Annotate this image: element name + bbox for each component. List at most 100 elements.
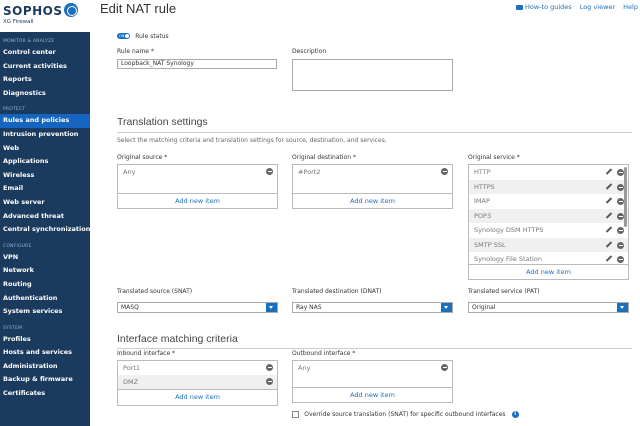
remove-icon[interactable] <box>617 198 624 205</box>
sidebar-item-advanced-threat[interactable]: Advanced threat <box>0 210 90 224</box>
original-source-item: Any <box>123 168 136 176</box>
sidebar-item-wireless[interactable]: Wireless <box>0 169 90 183</box>
remove-icon[interactable] <box>441 364 448 371</box>
globe-logo-icon <box>64 3 78 17</box>
sidebar-item-routing[interactable]: Routing <box>0 278 90 292</box>
dropdown-arrow-icon[interactable] <box>617 303 628 312</box>
list-item: #Port2 <box>293 165 452 193</box>
description-textarea[interactable] <box>292 59 453 91</box>
sidebar-nav: MONITOR & ANALYZE Control center Current a… <box>0 39 90 401</box>
toggle-on-text: ON <box>119 34 125 38</box>
sidebar: SOPHOS XG Firewall MONITOR & ANALYZE Cont… <box>0 0 90 426</box>
section-divider <box>117 132 632 133</box>
rule-name-input[interactable]: Loopback_NAT Synology <box>117 59 277 69</box>
sidebar-item-authentication[interactable]: Authentication <box>0 292 90 306</box>
how-to-guides-link[interactable]: How-to guides <box>516 3 572 11</box>
original-service-add-button[interactable]: Add new item <box>469 264 628 279</box>
scrollbar[interactable] <box>624 167 627 227</box>
remove-icon[interactable] <box>617 169 624 176</box>
sidebar-item-hosts-and-services[interactable]: Hosts and services <box>0 346 90 360</box>
dropdown-arrow-icon[interactable] <box>266 303 277 312</box>
list-item: Port1 <box>118 361 277 375</box>
video-icon <box>516 4 523 10</box>
pencil-icon[interactable] <box>606 198 612 204</box>
remove-icon[interactable] <box>441 168 448 175</box>
sidebar-item-reports[interactable]: Reports <box>0 73 90 87</box>
dropdown-arrow-icon[interactable] <box>441 303 452 312</box>
sidebar-item-current-activities[interactable]: Current activities <box>0 60 90 74</box>
original-service-list: HTTP HTTPS IMAP POP3 Synology DSM HTTPS SMTP … <box>469 165 628 264</box>
translated-source-select[interactable]: MASQ <box>117 302 278 313</box>
pencil-icon[interactable] <box>606 213 612 219</box>
translated-source-label: Translated source (SNAT) <box>117 288 193 295</box>
remove-icon[interactable] <box>617 212 624 220</box>
nav-section-title: PROTECT <box>3 107 26 113</box>
nav-section-title: CONFIGURE <box>3 243 32 249</box>
list-item: DMZ <box>118 375 277 389</box>
sidebar-item-rules-and-policies[interactable]: Rules and policies <box>0 114 90 128</box>
rule-status-toggle[interactable]: ON <box>117 33 130 39</box>
translated-destination-select[interactable]: Ray NAS <box>292 302 453 313</box>
remove-icon[interactable] <box>617 227 624 234</box>
list-item: POP3 <box>469 208 628 223</box>
list-item: IMAP <box>469 194 628 209</box>
how-to-guides-label: How-to guides <box>525 3 572 11</box>
outbound-interface-box: Any Add new item <box>292 360 453 403</box>
original-destination-item: #Port2 <box>298 168 321 176</box>
rule-status-label: Rule status <box>135 33 169 40</box>
sidebar-item-system-services[interactable]: System services <box>0 305 90 319</box>
sidebar-item-intrusion-prevention[interactable]: Intrusion prevention <box>0 128 90 142</box>
pencil-icon[interactable] <box>606 184 612 190</box>
pencil-icon[interactable] <box>606 227 612 233</box>
help-link[interactable]: Help <box>623 3 638 11</box>
remove-icon[interactable] <box>617 183 624 191</box>
sidebar-item-backup-firmware[interactable]: Backup & firmware <box>0 373 90 387</box>
inbound-add-button[interactable]: Add new item <box>118 389 277 405</box>
sidebar-item-applications[interactable]: Applications <box>0 155 90 169</box>
sidebar-item-email[interactable]: Email <box>0 182 90 196</box>
header: Edit NAT rule How-to guides Log viewer H… <box>90 0 640 18</box>
sidebar-item-network[interactable]: Network <box>0 264 90 278</box>
sidebar-item-control-center[interactable]: Control center <box>0 46 90 60</box>
remove-icon[interactable] <box>266 378 273 385</box>
original-source-box: Any Add new item <box>117 164 278 209</box>
rule-name-label: Rule name * <box>117 48 154 55</box>
sidebar-item-certificates[interactable]: Certificates <box>0 387 90 401</box>
sidebar-item-central-synchronization[interactable]: Central synchronization <box>0 223 90 237</box>
pencil-icon[interactable] <box>606 242 612 248</box>
translated-service-select[interactable]: Original <box>468 302 629 313</box>
outbound-interface-label: Outbound interface * <box>292 350 356 357</box>
list-item: Synology DSM HTTPS <box>469 223 628 238</box>
original-service-box: HTTP HTTPS IMAP POP3 Synology DSM HTTPS SMTP … <box>468 164 629 280</box>
inbound-item: Port1 <box>123 364 141 372</box>
remove-icon[interactable] <box>266 168 273 175</box>
page-title: Edit NAT rule <box>100 1 177 16</box>
pencil-icon[interactable] <box>606 169 612 175</box>
sidebar-item-vpn[interactable]: VPN <box>0 251 90 265</box>
outbound-item: Any <box>298 364 311 372</box>
original-source-add-button[interactable]: Add new item <box>118 193 277 208</box>
original-service-item: Synology File Station <box>474 255 542 263</box>
sidebar-item-web-server[interactable]: Web server <box>0 196 90 210</box>
outbound-add-button[interactable]: Add new item <box>293 387 452 402</box>
remove-icon[interactable] <box>617 241 624 249</box>
remove-icon[interactable] <box>266 364 273 371</box>
original-service-item: POP3 <box>474 211 492 220</box>
override-snat-checkbox[interactable] <box>292 410 299 418</box>
remove-icon[interactable] <box>617 256 624 263</box>
sidebar-item-administration[interactable]: Administration <box>0 360 90 374</box>
original-source-label: Original source * <box>117 154 168 161</box>
list-item: HTTPS <box>469 179 628 194</box>
log-viewer-link[interactable]: Log viewer <box>580 3 615 11</box>
original-destination-label: Original destination * <box>292 154 356 161</box>
inbound-interface-box: Port1 DMZ Add new item <box>117 360 278 406</box>
sidebar-item-web[interactable]: Web <box>0 142 90 156</box>
original-destination-box: #Port2 Add new item <box>292 164 453 209</box>
original-destination-add-button[interactable]: Add new item <box>293 193 452 208</box>
sidebar-item-diagnostics[interactable]: Diagnostics <box>0 87 90 101</box>
pencil-icon[interactable] <box>606 256 612 262</box>
translated-service-label: Translated service (PAT) <box>468 288 540 295</box>
header-links: How-to guides Log viewer Help <box>510 3 638 11</box>
sidebar-item-profiles[interactable]: Profiles <box>0 333 90 347</box>
info-icon[interactable]: i <box>511 410 519 418</box>
